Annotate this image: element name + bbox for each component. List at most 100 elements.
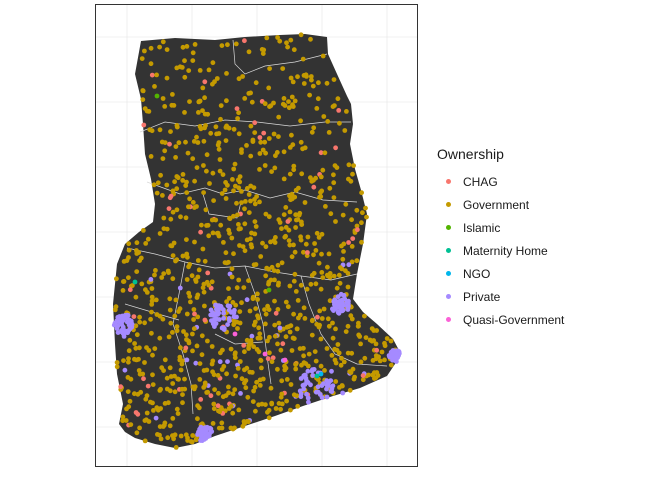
facility-point — [264, 35, 270, 41]
facility-point — [184, 357, 190, 363]
facility-point — [132, 279, 138, 285]
facility-point — [117, 319, 122, 325]
facility-point — [349, 217, 354, 223]
facility-point — [137, 258, 142, 263]
facility-point — [279, 391, 285, 397]
facility-point — [266, 279, 272, 285]
facility-point — [234, 314, 239, 320]
facility-point — [349, 244, 355, 249]
facility-point — [262, 163, 268, 168]
facility-point — [186, 338, 191, 344]
facility-point — [329, 368, 334, 374]
facility-point — [382, 343, 388, 349]
facility-point — [318, 336, 324, 342]
facility-point — [186, 68, 192, 73]
facility-point — [257, 135, 263, 140]
facility-point — [308, 36, 313, 42]
facility-point — [346, 262, 352, 268]
facility-point — [180, 400, 185, 406]
facility-point — [168, 374, 174, 379]
facility-point — [263, 273, 269, 279]
facility-point — [140, 371, 146, 377]
facility-point — [217, 409, 223, 415]
facility-point — [250, 139, 256, 145]
facility-point — [356, 320, 361, 326]
facility-point — [373, 341, 379, 347]
facility-point — [205, 338, 210, 344]
facility-point — [233, 302, 239, 308]
facility-point — [261, 47, 267, 53]
facility-point — [183, 215, 189, 221]
facility-point — [301, 345, 306, 351]
facility-point — [273, 153, 278, 159]
facility-point — [283, 205, 289, 210]
facility-point — [233, 41, 239, 47]
facility-point — [359, 220, 364, 226]
facility-point — [167, 296, 173, 302]
facility-point — [374, 347, 380, 353]
facility-point — [184, 44, 190, 49]
facility-point — [309, 332, 315, 338]
facility-point — [252, 201, 258, 207]
facility-point — [157, 335, 163, 341]
facility-point — [335, 342, 341, 347]
facility-point — [182, 110, 187, 115]
facility-point — [294, 326, 300, 332]
facility-point — [219, 425, 225, 431]
facility-point — [298, 118, 303, 124]
facility-point — [202, 111, 208, 117]
facility-point — [293, 362, 298, 367]
facility-point — [112, 320, 118, 326]
facility-point — [343, 329, 349, 334]
facility-point — [284, 40, 289, 46]
facility-point — [170, 188, 176, 194]
facility-point — [260, 240, 265, 246]
facility-point — [171, 103, 177, 108]
facility-point — [190, 50, 196, 56]
facility-point — [228, 425, 234, 431]
facility-point — [112, 307, 118, 313]
facility-point — [267, 334, 272, 340]
facility-point — [346, 240, 351, 245]
facility-point — [160, 39, 166, 45]
facility-point — [237, 359, 243, 364]
facility-point — [241, 285, 247, 290]
facility-point — [170, 209, 176, 215]
legend-item-government: Government — [437, 193, 637, 216]
facility-point — [289, 132, 294, 138]
facility-point — [180, 172, 186, 177]
facility-point — [224, 299, 230, 305]
facility-point — [322, 368, 327, 373]
facility-point — [311, 125, 317, 131]
facility-point — [210, 310, 215, 315]
facility-point — [289, 94, 295, 100]
facility-point — [295, 298, 301, 303]
facility-point — [210, 230, 216, 236]
legend-item-private: Private — [437, 285, 637, 308]
facility-point — [180, 392, 185, 397]
facility-point — [257, 167, 262, 172]
facility-point — [354, 258, 360, 264]
facility-point — [362, 313, 367, 319]
facility-point — [221, 315, 226, 321]
facility-point — [218, 103, 224, 108]
facility-point — [124, 312, 130, 318]
facility-point — [149, 330, 154, 336]
facility-point — [340, 256, 346, 262]
facility-point — [161, 368, 166, 373]
legend-label: Maternity Home — [463, 243, 548, 258]
facility-point — [284, 377, 290, 382]
facility-point — [281, 96, 287, 101]
facility-point — [283, 225, 289, 230]
facility-point — [281, 212, 287, 218]
facility-point — [232, 161, 238, 167]
legend-swatch — [437, 271, 459, 276]
facility-point — [140, 97, 146, 102]
facility-point — [182, 58, 187, 64]
facility-point — [160, 193, 165, 198]
facility-point — [188, 299, 193, 305]
facility-point — [125, 389, 131, 394]
facility-point — [177, 357, 183, 363]
facility-point — [202, 258, 208, 264]
facility-point — [126, 404, 132, 410]
